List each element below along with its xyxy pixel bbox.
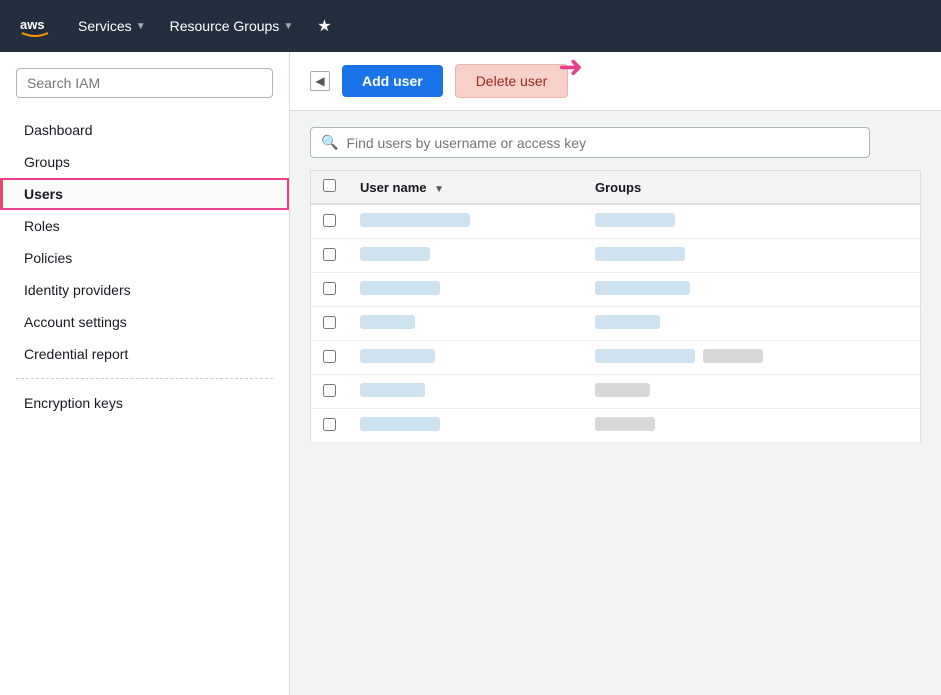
users-table: User name ▼ Groups [310,170,921,443]
sidebar-item-policies[interactable]: Policies [0,242,289,274]
services-menu[interactable]: Services ▼ [78,18,146,34]
user-search-input[interactable] [346,135,859,151]
top-navigation: aws Services ▼ Resource Groups ▼ ★ [0,0,941,52]
delete-user-button[interactable]: Delete user [455,64,569,98]
row-checkbox[interactable] [323,350,336,363]
aws-logo[interactable]: aws [16,7,54,45]
search-icon: 🔍 [321,134,338,151]
username-cell[interactable] [348,341,583,375]
groups-column-header: Groups [583,171,921,205]
group-cell [583,273,921,307]
table-row [311,307,921,341]
main-content: ➜ ◀ Add user Delete user 🔍 [290,52,941,695]
row-checkbox[interactable] [323,248,336,261]
search-iam-wrapper [0,68,289,114]
app-layout: Dashboard Groups Users Roles Policies Id… [0,52,941,695]
table-row [311,204,921,239]
resource-groups-chevron-icon: ▼ [283,21,293,32]
sidebar-item-roles[interactable]: Roles [0,210,289,242]
row-checkbox[interactable] [323,214,336,227]
sidebar-item-groups[interactable]: Groups [0,146,289,178]
services-chevron-icon: ▼ [136,21,146,32]
favorites-icon[interactable]: ★ [317,16,331,36]
username-cell[interactable] [348,239,583,273]
sidebar: Dashboard Groups Users Roles Policies Id… [0,52,290,695]
username-cell[interactable] [348,307,583,341]
sidebar-item-identity-providers[interactable]: Identity providers [0,274,289,306]
resource-groups-menu[interactable]: Resource Groups ▼ [170,18,294,34]
table-header-row: User name ▼ Groups [311,171,921,205]
select-all-checkbox[interactable] [323,179,336,192]
row-checkbox[interactable] [323,384,336,397]
user-search-bar[interactable]: 🔍 [310,127,870,158]
sort-icon: ▼ [434,184,444,195]
username-cell[interactable] [348,375,583,409]
sidebar-item-credential-report[interactable]: Credential report [0,338,289,370]
sidebar-nav: Dashboard Groups Users Roles Policies Id… [0,114,289,695]
add-user-button[interactable]: Add user [342,65,443,97]
sidebar-item-users[interactable]: Users [0,178,289,210]
table-area: 🔍 User name ▼ Groups [290,111,941,695]
row-checkbox[interactable] [323,418,336,431]
username-cell[interactable] [348,273,583,307]
collapse-sidebar-button[interactable]: ◀ [310,71,330,91]
svg-text:aws: aws [20,17,45,32]
table-row [311,239,921,273]
table-row [311,273,921,307]
table-row [311,341,921,375]
row-checkbox[interactable] [323,282,336,295]
select-all-header[interactable] [311,171,349,205]
table-row [311,375,921,409]
search-iam-input[interactable] [16,68,273,98]
group-cell [583,307,921,341]
group-cell [583,341,921,375]
table-row [311,409,921,443]
sidebar-item-account-settings[interactable]: Account settings [0,306,289,338]
row-checkbox[interactable] [323,316,336,329]
group-cell [583,204,921,239]
sidebar-item-dashboard[interactable]: Dashboard [0,114,289,146]
group-cell [583,409,921,443]
toolbar: ➜ ◀ Add user Delete user [290,52,941,111]
username-column-header[interactable]: User name ▼ [348,171,583,205]
group-cell [583,375,921,409]
username-cell[interactable] [348,409,583,443]
group-cell [583,239,921,273]
sidebar-item-encryption-keys[interactable]: Encryption keys [0,387,289,419]
sidebar-divider [16,378,273,379]
username-cell[interactable] [348,204,583,239]
